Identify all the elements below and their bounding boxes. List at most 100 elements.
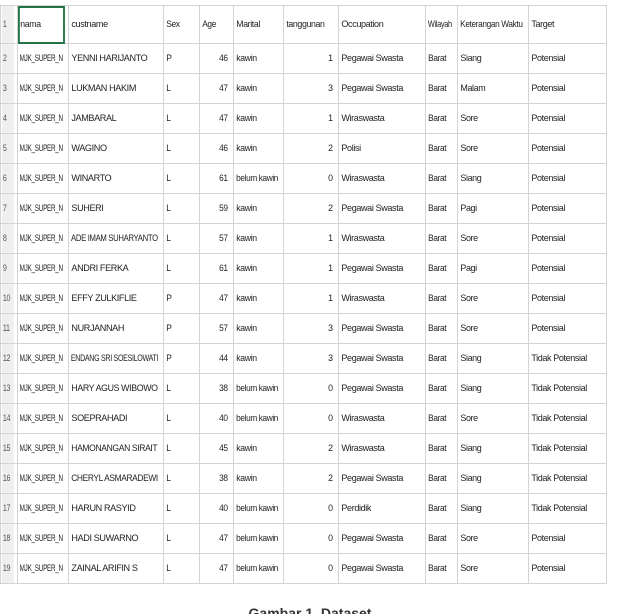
row-number[interactable]: 14: [0, 403, 14, 434]
table-cell[interactable]: 1: [283, 103, 335, 134]
row-number[interactable]: 15: [0, 433, 14, 464]
table-cell[interactable]: 2: [283, 433, 335, 464]
table-cell[interactable]: Sore: [457, 523, 525, 554]
table-cell[interactable]: kawin: [233, 223, 280, 254]
row-number[interactable]: 8: [0, 223, 14, 254]
table-cell[interactable]: Barat: [425, 43, 454, 74]
table-cell[interactable]: L: [163, 163, 196, 194]
table-cell[interactable]: SUHERI: [68, 193, 160, 224]
table-cell[interactable]: L: [163, 193, 196, 224]
table-cell[interactable]: Sore: [457, 313, 525, 344]
header-cell[interactable]: Age: [199, 5, 230, 44]
row-number[interactable]: 5: [0, 133, 14, 164]
table-cell[interactable]: 38: [199, 463, 230, 494]
table-cell[interactable]: 40: [199, 493, 230, 524]
table-cell[interactable]: Siang: [457, 343, 525, 374]
row-number[interactable]: 10: [0, 283, 14, 314]
table-cell[interactable]: Tidak Potensial: [528, 343, 603, 374]
row-number[interactable]: 19: [0, 553, 14, 584]
row-number[interactable]: 12: [0, 343, 14, 374]
table-cell[interactable]: L: [163, 553, 196, 584]
table-cell[interactable]: belum kawin: [233, 493, 278, 524]
table-cell[interactable]: P: [163, 283, 196, 314]
table-cell[interactable]: MJK_SUPER_N: [17, 373, 63, 404]
table-cell[interactable]: MJK_SUPER_N: [17, 343, 63, 374]
table-cell[interactable]: Siang: [457, 433, 525, 464]
table-cell[interactable]: MJK_SUPER_N: [17, 313, 63, 344]
header-cell[interactable]: tanggunan: [283, 5, 335, 44]
row-number[interactable]: 1: [0, 5, 14, 44]
header-cell[interactable]: Wilayah: [425, 5, 452, 44]
table-cell[interactable]: 57: [199, 223, 230, 254]
table-cell[interactable]: 3: [283, 73, 335, 104]
table-cell[interactable]: 0: [283, 523, 335, 554]
table-cell[interactable]: Tidak Potensial: [528, 403, 603, 434]
table-cell[interactable]: 61: [199, 253, 230, 284]
table-cell[interactable]: ANDRI FERKA: [68, 253, 160, 284]
table-cell[interactable]: 47: [199, 73, 230, 104]
table-cell[interactable]: L: [163, 103, 196, 134]
table-cell[interactable]: SOEPRAHADI: [68, 403, 160, 434]
table-cell[interactable]: 0: [283, 493, 335, 524]
header-cell[interactable]: nama: [17, 5, 65, 44]
table-cell[interactable]: Siang: [457, 43, 525, 74]
table-cell[interactable]: L: [163, 133, 196, 164]
table-cell[interactable]: 3: [283, 343, 335, 374]
table-cell[interactable]: 2: [283, 133, 335, 164]
table-cell[interactable]: MJK_SUPER_N: [17, 193, 63, 224]
table-cell[interactable]: Tidak Potensial: [528, 433, 603, 464]
table-cell[interactable]: belum kawin: [233, 163, 278, 194]
table-cell[interactable]: 40: [199, 403, 230, 434]
table-cell[interactable]: Pegawai Swasta: [338, 253, 422, 284]
table-cell[interactable]: MJK_SUPER_N: [17, 253, 63, 284]
table-cell[interactable]: Barat: [425, 223, 454, 254]
row-number[interactable]: 9: [0, 253, 14, 284]
table-cell[interactable]: Malam: [457, 73, 525, 104]
table-cell[interactable]: Barat: [425, 343, 454, 374]
table-cell[interactable]: 57: [199, 313, 230, 344]
table-cell[interactable]: L: [163, 373, 196, 404]
row-number[interactable]: 4: [0, 103, 14, 134]
table-cell[interactable]: Potensial: [528, 73, 603, 104]
table-cell[interactable]: Wiraswasta: [338, 283, 422, 314]
table-cell[interactable]: 0: [283, 553, 335, 584]
table-cell[interactable]: kawin: [233, 343, 280, 374]
table-cell[interactable]: HADI SUWARNO: [68, 523, 160, 554]
table-cell[interactable]: belum kawin: [233, 553, 278, 584]
table-cell[interactable]: P: [163, 43, 196, 74]
table-cell[interactable]: 38: [199, 373, 230, 404]
table-cell[interactable]: Potensial: [528, 193, 603, 224]
table-cell[interactable]: Pegawai Swasta: [338, 313, 422, 344]
table-cell[interactable]: Barat: [425, 283, 454, 314]
table-cell[interactable]: Perdidik: [338, 493, 422, 524]
table-cell[interactable]: MJK_SUPER_N: [17, 493, 63, 524]
table-cell[interactable]: L: [163, 493, 196, 524]
table-cell[interactable]: 61: [199, 163, 230, 194]
table-cell[interactable]: Wiraswasta: [338, 223, 422, 254]
table-cell[interactable]: Sore: [457, 223, 525, 254]
table-cell[interactable]: Sore: [457, 103, 525, 134]
table-cell[interactable]: L: [163, 223, 196, 254]
row-number[interactable]: 13: [0, 373, 14, 404]
table-cell[interactable]: 45: [199, 433, 230, 464]
table-cell[interactable]: Sore: [457, 133, 525, 164]
table-cell[interactable]: P: [163, 313, 196, 344]
table-cell[interactable]: Barat: [425, 313, 454, 344]
table-cell[interactable]: L: [163, 463, 196, 494]
table-cell[interactable]: Tidak Potensial: [528, 493, 603, 524]
table-cell[interactable]: MJK_SUPER_N: [17, 163, 63, 194]
table-cell[interactable]: Siang: [457, 163, 525, 194]
table-cell[interactable]: Sore: [457, 283, 525, 314]
row-number[interactable]: 3: [0, 73, 14, 104]
table-cell[interactable]: 59: [199, 193, 230, 224]
table-cell[interactable]: Barat: [425, 403, 454, 434]
row-number[interactable]: 16: [0, 463, 14, 494]
table-cell[interactable]: Polisi: [338, 133, 422, 164]
table-cell[interactable]: 44: [199, 343, 230, 374]
table-cell[interactable]: kawin: [233, 43, 280, 74]
table-cell[interactable]: 47: [199, 283, 230, 314]
table-cell[interactable]: L: [163, 523, 196, 554]
table-cell[interactable]: Barat: [425, 163, 454, 194]
table-cell[interactable]: L: [163, 433, 196, 464]
table-cell[interactable]: kawin: [233, 103, 280, 134]
